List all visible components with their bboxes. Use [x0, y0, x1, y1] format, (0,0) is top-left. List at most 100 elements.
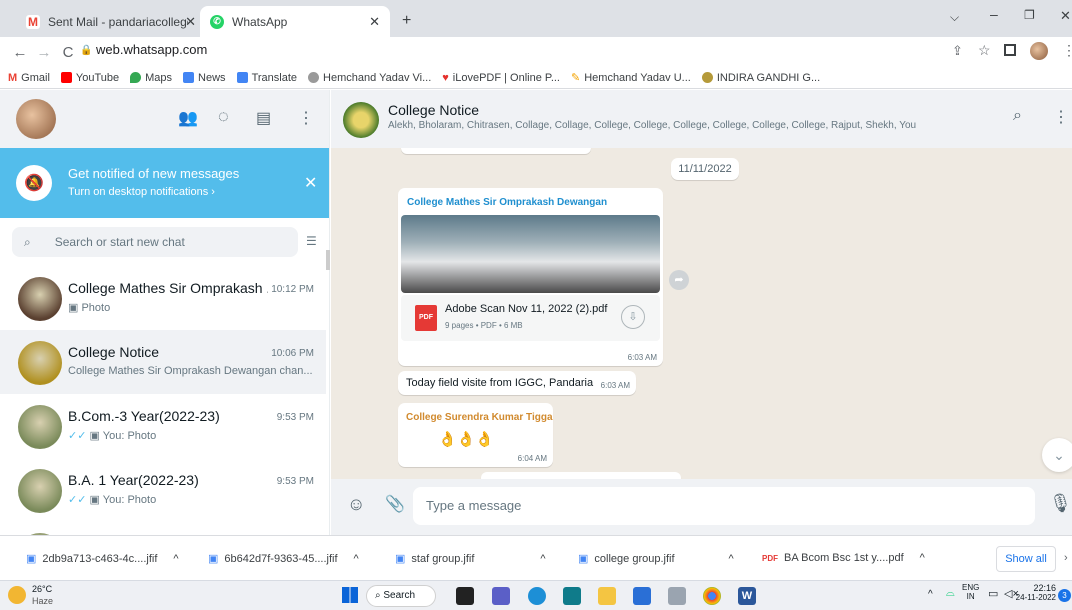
menu-icon[interactable]: ⋮: [1062, 42, 1072, 59]
message-bubble-file[interactable]: College Mathes Sir Omprakash Dewangan PD…: [398, 188, 663, 366]
communities-icon[interactable]: 👥: [178, 108, 198, 128]
message-bubble-emoji[interactable]: College Surendra Kumar Tigga 👌👌👌 6:04 AM: [398, 403, 553, 467]
bookmark-hemchand-1[interactable]: Hemchand Yadav Vi...: [308, 72, 431, 84]
chevron-up-icon[interactable]: ^: [729, 553, 734, 565]
notification-badge[interactable]: 3: [1058, 589, 1071, 602]
pencil-icon: ✎: [571, 72, 581, 84]
bookmark-gmail[interactable]: M Gmail: [8, 72, 50, 84]
close-icon[interactable]: ✕: [304, 173, 317, 193]
chrome-icon[interactable]: [703, 587, 721, 605]
share-icon[interactable]: ⇪: [952, 43, 963, 59]
task-view-icon[interactable]: [456, 587, 474, 605]
chat-list-item[interactable]: College Notice 10:06 PM ▣ College Mathes …: [0, 330, 326, 394]
close-icon[interactable]: ›: [1064, 552, 1068, 564]
language-indicator[interactable]: ENG IN: [962, 583, 979, 601]
chat-list-item[interactable]: M.A.Hindi-3sem (2020-21)9:53 PM✓✓ ▣ You:…: [0, 522, 326, 535]
profile-avatar[interactable]: [1030, 42, 1048, 60]
taskbar-search[interactable]: ⌕ Search: [366, 585, 436, 607]
menu-icon[interactable]: ⋮: [1053, 107, 1069, 127]
download-icon[interactable]: ⇩: [621, 305, 645, 329]
chat-list-item[interactable]: College Mathes Sir Omprakash ... 10:12 PM…: [0, 266, 326, 330]
notification-banner[interactable]: 🔕 Get notified of new messages Turn on d…: [0, 148, 329, 218]
tab-whatsapp[interactable]: ✆ WhatsApp ✕: [200, 6, 390, 37]
close-icon[interactable]: ✕: [369, 14, 380, 30]
gmail-icon: M: [8, 71, 18, 84]
monitor-icon[interactable]: ▭: [988, 587, 998, 600]
file-attachment[interactable]: PDF Adobe Scan Nov 11, 2022 (2).pdf 9 pa…: [401, 295, 660, 341]
file-explorer-icon[interactable]: [598, 587, 616, 605]
restore-button[interactable]: ❐: [1024, 8, 1035, 22]
clock[interactable]: 22:16 24-11-2022: [1016, 583, 1056, 602]
bookmark-star-icon[interactable]: ☆: [978, 42, 991, 59]
wifi-icon[interactable]: ⌓: [946, 587, 955, 600]
chat-time: 10:06 PM: [271, 348, 314, 359]
download-item[interactable]: ▣ 2db9a713-c463-4c....jfif ^: [26, 552, 179, 566]
notification-link[interactable]: Turn on desktop notifications ›: [68, 186, 215, 198]
edge-icon[interactable]: [528, 587, 546, 605]
conversation-panel: College Notice Alekh, Bholaram, Chitrase…: [331, 90, 1072, 535]
bookmark-translate[interactable]: Translate: [236, 72, 297, 84]
show-all-button[interactable]: Show all: [996, 546, 1056, 572]
back-icon[interactable]: ←: [8, 44, 32, 61]
group-avatar[interactable]: [343, 102, 379, 138]
my-avatar[interactable]: [16, 99, 56, 139]
microphone-icon[interactable]: 🎙: [1049, 493, 1072, 514]
download-item[interactable]: ▣ 6b642d7f-9363-45....jfif ^: [208, 552, 359, 566]
bookmark-news[interactable]: News: [183, 72, 226, 84]
message-time: 6:03 AM: [627, 353, 657, 362]
word-icon[interactable]: W: [738, 587, 756, 605]
chevron-up-icon[interactable]: ^: [354, 553, 359, 565]
scrollbar[interactable]: [326, 250, 330, 270]
chat-avatar: [18, 277, 62, 321]
message-bubble-text[interactable]: Today field visite from IGGC, Pandaria 6…: [398, 371, 636, 395]
scroll-down-icon[interactable]: ⌄: [1042, 438, 1072, 472]
download-item[interactable]: PDF BA Bcom Bsc 1st y....pdf ^: [762, 552, 925, 564]
url-field[interactable]: web.whatsapp.com: [96, 42, 207, 57]
chat-avatar: [18, 469, 62, 513]
filter-icon[interactable]: ☰: [306, 234, 317, 248]
chat-app-icon[interactable]: [492, 587, 510, 605]
forward-icon[interactable]: →: [32, 44, 56, 61]
photo-thumbnail[interactable]: [401, 215, 660, 293]
chat-list-item[interactable]: B.A. 1 Year(2022-23) 9:53 PM ✓✓ ▣ You: Pho…: [0, 458, 326, 522]
conversation-header[interactable]: College Notice Alekh, Bholaram, Chitrase…: [331, 90, 1072, 148]
minimize-button[interactable]: –: [990, 6, 998, 22]
windows-start-icon[interactable]: [342, 587, 358, 603]
chevron-up-icon[interactable]: ^: [920, 552, 925, 564]
app-icon[interactable]: [668, 587, 686, 605]
download-item[interactable]: ▣ staf group.jfif ^: [395, 552, 546, 566]
bookmark-ilovepdf[interactable]: ♥ iLovePDF | Online P...: [442, 72, 560, 84]
message-input[interactable]: Type a message: [413, 487, 1035, 525]
emoji-icon[interactable]: ☺: [347, 494, 365, 515]
bookmark-hemchand-2[interactable]: ✎ Hemchand Yadav U...: [571, 71, 691, 85]
bookmark-indira[interactable]: INDIRA GANDHI G...: [701, 72, 820, 84]
chevron-up-icon[interactable]: ^: [928, 589, 933, 600]
new-tab-button[interactable]: +: [402, 12, 411, 30]
search-input[interactable]: ⌕ Search or start new chat: [12, 227, 298, 257]
chevron-up-icon[interactable]: ^: [173, 553, 178, 565]
mail-icon[interactable]: [633, 587, 651, 605]
attach-icon[interactable]: 📎: [385, 494, 405, 514]
new-chat-icon[interactable]: ▤: [256, 108, 271, 128]
bookmark-youtube[interactable]: YouTube: [60, 72, 119, 84]
menu-icon[interactable]: ⋮: [298, 108, 314, 128]
status-icon[interactable]: ◌: [218, 106, 229, 127]
sidebar-icon[interactable]: [1004, 44, 1016, 56]
close-icon[interactable]: ✕: [185, 14, 196, 30]
chat-preview: ▣ College Mathes Sir Omprakash Dewangan …: [68, 365, 313, 377]
photo-icon: ▣: [89, 494, 100, 506]
window-close-button[interactable]: ✕: [1060, 8, 1071, 24]
store-icon[interactable]: [563, 587, 581, 605]
download-item[interactable]: ▣ college group.jfif ^: [578, 552, 734, 566]
tab-gmail[interactable]: M Sent Mail - pandariacollege@gm ✕: [16, 6, 206, 37]
tab-search-icon[interactable]: ⌵: [950, 10, 959, 25]
chat-list-item[interactable]: B.Com.-3 Year(2022-23) 9:53 PM ✓✓ ▣ You: P…: [0, 394, 326, 458]
chevron-up-icon[interactable]: ^: [540, 553, 545, 565]
reload-icon[interactable]: C: [56, 44, 80, 61]
weather-icon[interactable]: [8, 586, 26, 604]
forward-icon[interactable]: ➦: [669, 270, 689, 290]
chat-list-panel: 👥 ◌ ▤ ⋮ 🔕 Get notified of new messages T…: [0, 90, 330, 535]
bookmark-maps[interactable]: Maps: [130, 72, 172, 84]
chat-name: B.Com.-3 Year(2022-23): [68, 408, 220, 424]
search-icon[interactable]: ⌕: [1013, 107, 1022, 125]
